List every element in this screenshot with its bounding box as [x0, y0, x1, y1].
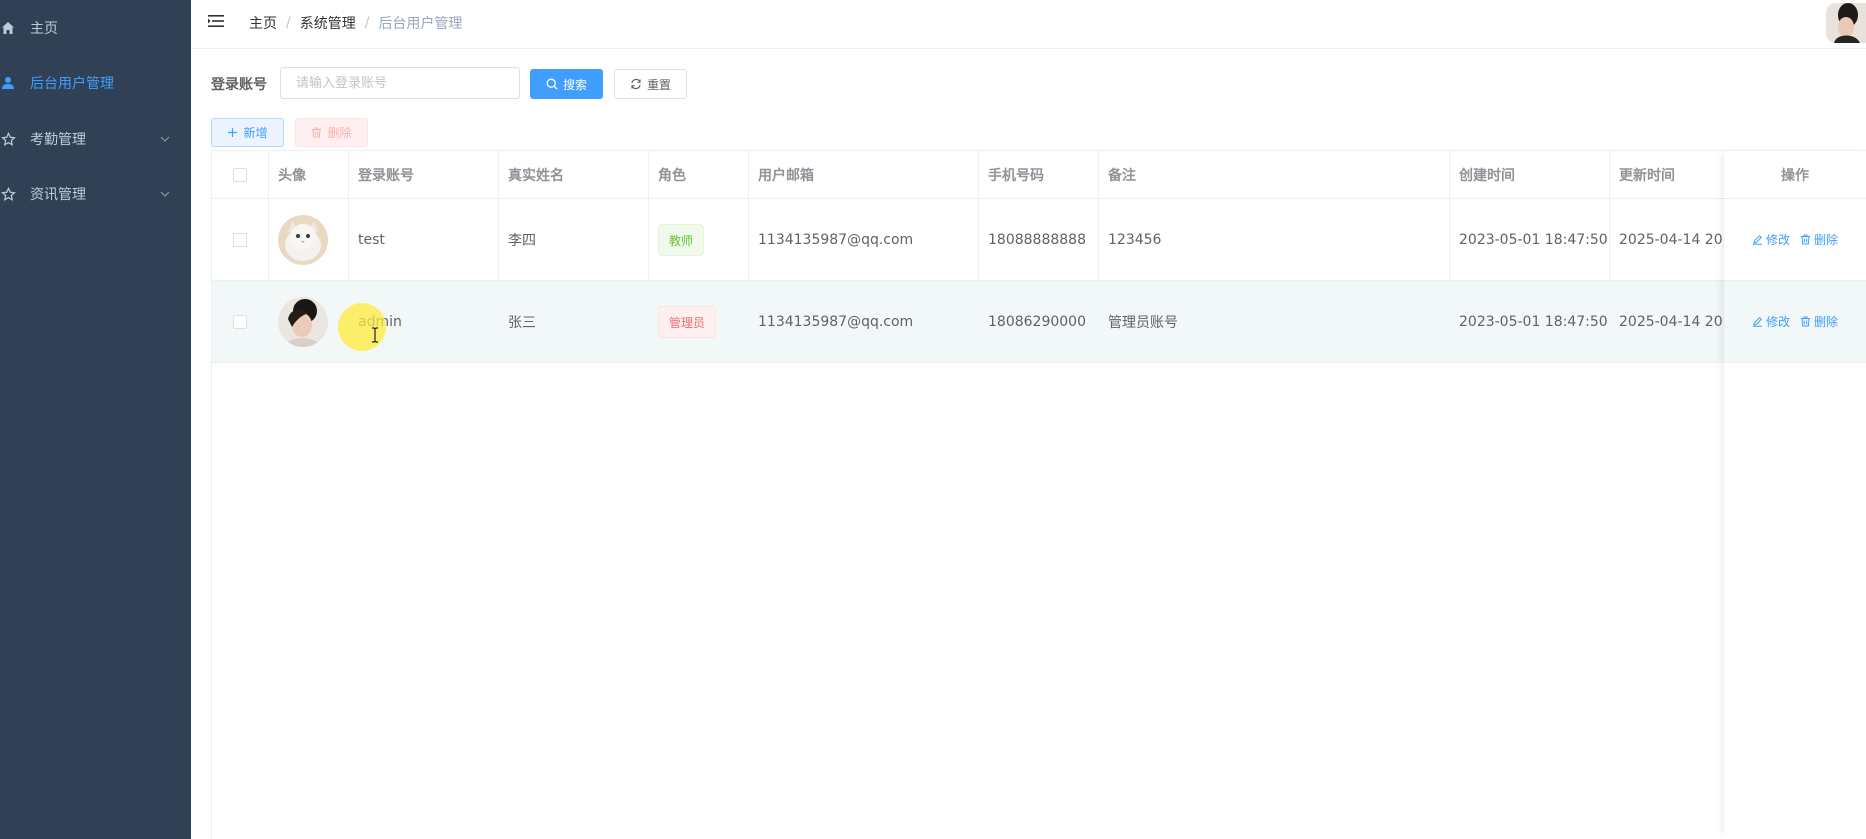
column-header-role: 角色 [658, 168, 686, 184]
batch-delete-button[interactable]: 删除 [295, 118, 368, 147]
user-avatar[interactable] [1826, 3, 1866, 43]
column-header-phone: 手机号码 [988, 168, 1044, 184]
row-checkbox[interactable] [233, 281, 247, 363]
sidebar-item-admin-users[interactable]: 后台用户管理 [0, 55, 191, 111]
cell-updated: 2025-04-14 20:2 [1619, 314, 1729, 330]
delete-button[interactable]: 删除 [1800, 231, 1838, 248]
sidebar: 主页 后台用户管理 考勤管理 资讯管理 [0, 0, 191, 839]
batch-delete-button-label: 删除 [327, 126, 352, 140]
cell-email: 1134135987@qq.com [758, 232, 914, 248]
edit-icon [1752, 316, 1762, 327]
chevron-down-icon [159, 188, 171, 200]
row-checkbox[interactable] [233, 199, 247, 281]
cell-phone: 18088888888 [988, 232, 1086, 248]
delete-button[interactable]: 删除 [1800, 313, 1838, 330]
search-button[interactable]: 搜索 [530, 69, 603, 99]
plus-icon [227, 127, 238, 138]
sidebar-item-news[interactable]: 资讯管理 [0, 166, 191, 222]
chevron-down-icon [159, 133, 171, 145]
sidebar-item-attendance[interactable]: 考勤管理 [0, 111, 191, 167]
avatar [278, 199, 328, 281]
user-icon [0, 75, 16, 91]
breadcrumb-home[interactable]: 主页 [249, 13, 277, 33]
column-header-created: 创建时间 [1459, 168, 1515, 184]
cell-created: 2023-05-01 18:47:50 [1459, 314, 1608, 330]
add-button-label: 新增 [243, 126, 268, 140]
sidebar-item-label: 主页 [30, 21, 58, 37]
column-header-updated: 更新时间 [1619, 168, 1675, 184]
column-header-realname: 真实姓名 [508, 168, 564, 184]
cell-created: 2023-05-01 18:47:50 [1459, 232, 1608, 248]
delete-button-label: 删除 [1814, 315, 1839, 329]
cat-avatar-image [278, 215, 328, 265]
column-header-email: 用户邮箱 [758, 168, 814, 184]
column-header-remark: 备注 [1108, 168, 1136, 184]
breadcrumb-current: 后台用户管理 [378, 16, 463, 32]
cell-remark: 123456 [1108, 232, 1162, 248]
row-actions: 修改 删除 [1724, 199, 1866, 281]
avatar [278, 281, 328, 363]
trash-icon [1801, 234, 1810, 245]
cell-realname: 张三 [508, 315, 536, 331]
select-all-checkbox[interactable] [233, 151, 247, 199]
login-account-search-input[interactable] [280, 67, 520, 99]
trash-icon [311, 127, 322, 138]
cell-remark: 管理员账号 [1108, 315, 1178, 331]
home-icon [0, 20, 16, 36]
breadcrumb-system[interactable]: 系统管理 [300, 13, 356, 33]
reset-button[interactable]: 重置 [614, 69, 687, 99]
reset-button-label: 重置 [646, 77, 671, 92]
cell-realname: 李四 [508, 233, 536, 249]
hamburger-menu-icon[interactable] [207, 12, 227, 32]
search-icon [546, 78, 558, 90]
cell-username: test [358, 232, 385, 248]
role-tag: 管理员 [658, 281, 717, 363]
star-icon [0, 131, 16, 147]
cell-phone: 18086290000 [988, 314, 1086, 330]
column-header-actions: 操作 [1724, 151, 1866, 199]
column-header-avatar: 头像 [278, 168, 306, 184]
edit-button[interactable]: 修改 [1752, 231, 1790, 248]
girl-avatar-image [278, 297, 328, 347]
star-icon [0, 186, 16, 202]
trash-icon [1801, 316, 1810, 327]
role-tag-label: 教师 [658, 224, 705, 256]
role-tag-label: 管理员 [658, 306, 717, 338]
edit-button-label: 修改 [1765, 315, 1790, 329]
role-tag: 教师 [658, 199, 705, 281]
edit-button[interactable]: 修改 [1752, 313, 1790, 330]
column-header-username: 登录账号 [358, 168, 414, 184]
text-cursor-icon [371, 327, 379, 343]
refresh-icon [630, 78, 642, 90]
sidebar-item-label: 考勤管理 [30, 132, 86, 148]
delete-button-label: 删除 [1814, 233, 1839, 247]
login-account-label: 登录账号 [211, 77, 267, 93]
add-button[interactable]: 新增 [211, 118, 284, 147]
breadcrumb: 主页 / 系统管理 / 后台用户管理 [249, 13, 462, 33]
row-actions: 修改 删除 [1724, 281, 1866, 363]
search-button-label: 搜索 [562, 77, 587, 92]
user-table: 头像 登录账号 真实姓名 角色 用户邮箱 手机号码 备注 创建时间 更新时间 t… [211, 150, 1866, 839]
edit-button-label: 修改 [1765, 233, 1790, 247]
cell-email: 1134135987@qq.com [758, 314, 914, 330]
sidebar-item-home[interactable]: 主页 [0, 0, 191, 56]
navbar: 主页 / 系统管理 / 后台用户管理 [191, 0, 1866, 49]
sidebar-item-label: 后台用户管理 [30, 76, 114, 92]
breadcrumb-separator: / [364, 15, 370, 31]
sidebar-item-label: 资讯管理 [30, 187, 86, 203]
edit-icon [1752, 234, 1762, 245]
breadcrumb-separator: / [286, 15, 291, 31]
operations-column: 操作 修改 删除 修改 删除 [1724, 150, 1866, 839]
cell-updated: 2025-04-14 20:2 [1619, 232, 1729, 248]
